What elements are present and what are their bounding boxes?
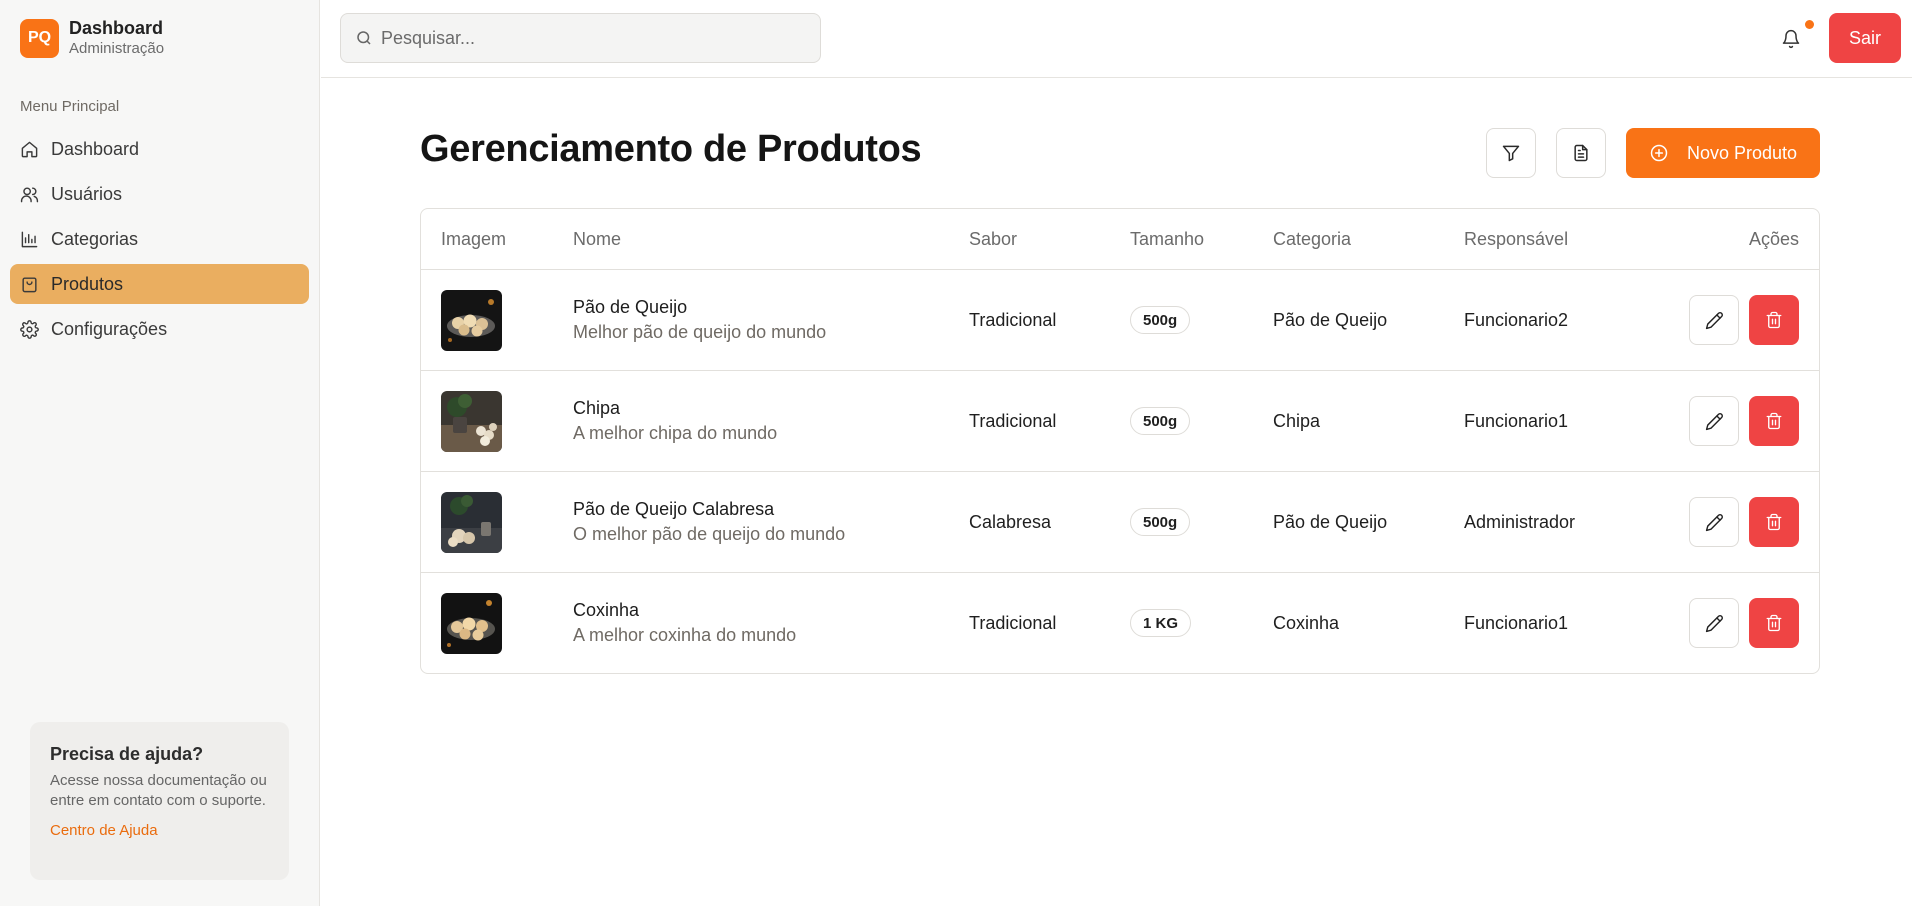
delete-button[interactable]: [1749, 497, 1799, 547]
brand-title: Dashboard: [69, 18, 164, 38]
help-text: Acesse nossa documentação ou entre em co…: [50, 772, 267, 809]
trash-icon: [1766, 513, 1782, 531]
sidebar-item-configuracoes[interactable]: Configurações: [10, 309, 309, 349]
size-badge: 500g: [1130, 508, 1191, 536]
product-category: Pão de Queijo: [1273, 310, 1388, 330]
users-icon: [20, 186, 39, 202]
size-badge: 1 KG: [1130, 609, 1192, 637]
new-product-button[interactable]: Novo Produto: [1626, 128, 1820, 178]
product-image: [441, 593, 502, 654]
products-table: Imagem Nome Sabor Tamanho Categoria Resp…: [420, 208, 1820, 674]
edit-button[interactable]: [1689, 396, 1739, 446]
sidebar-item-categorias[interactable]: Categorias: [10, 219, 309, 259]
sidebar-item-label: Categorias: [51, 228, 139, 249]
filter-button[interactable]: [1486, 128, 1536, 178]
brand-logo: PQ: [20, 18, 59, 58]
sidebar-menu: Dashboard Usuários Categorias Produtos C…: [10, 129, 309, 354]
product-description: A melhor coxinha do mundo: [573, 625, 797, 645]
search-input[interactable]: [381, 27, 801, 49]
sidebar-item-label: Produtos: [51, 273, 124, 294]
gear-icon: [20, 319, 39, 339]
page-title: Gerenciamento de Produtos: [420, 128, 922, 170]
brand: PQ Dashboard Administração: [20, 18, 164, 58]
bar-chart-icon: [21, 231, 38, 247]
column-header: Ações: [1748, 229, 1799, 249]
product-flavor: Calabresa: [969, 512, 1052, 532]
pencil-icon: [1705, 311, 1723, 329]
sidebar-item-label: Configurações: [51, 318, 168, 339]
product-owner: Administrador: [1464, 512, 1576, 532]
plus-circle-icon: [1650, 144, 1668, 162]
product-flavor: Tradicional: [969, 613, 1057, 633]
column-header: Responsável: [1464, 229, 1569, 249]
search-box[interactable]: [340, 13, 821, 63]
notifications-button[interactable]: [1777, 25, 1805, 53]
product-description: Melhor pão de queijo do mundo: [573, 322, 827, 342]
product-owner: Funcionario1: [1464, 411, 1569, 431]
table-row: Coxinha A melhor coxinha do mundo Tradic…: [421, 573, 1819, 673]
column-header: Imagem: [441, 229, 507, 249]
product-description: O melhor pão de queijo do mundo: [573, 524, 846, 544]
menu-label: Menu Principal: [20, 98, 120, 115]
edit-button[interactable]: [1689, 497, 1739, 547]
product-image: [441, 391, 502, 452]
sidebar-item-label: Dashboard: [51, 138, 140, 159]
pencil-icon: [1705, 513, 1723, 531]
delete-button[interactable]: [1749, 598, 1799, 648]
logout-button[interactable]: Sair: [1829, 13, 1901, 63]
size-badge: 500g: [1130, 306, 1191, 334]
product-image: [441, 290, 502, 351]
home-icon: [21, 141, 38, 157]
shopping-bag-icon: [22, 276, 37, 292]
help-title: Precisa de ajuda?: [50, 744, 204, 764]
filter-icon: [1502, 145, 1520, 162]
product-category: Chipa: [1273, 411, 1321, 431]
document-icon: [1574, 144, 1588, 162]
trash-icon: [1766, 412, 1782, 430]
pencil-icon: [1705, 412, 1723, 430]
delete-button[interactable]: [1749, 295, 1799, 345]
table-header: Imagem Nome Sabor Tamanho Categoria Resp…: [421, 209, 1819, 270]
product-name: Chipa: [573, 398, 621, 418]
product-flavor: Tradicional: [969, 310, 1057, 330]
edit-button[interactable]: [1689, 598, 1739, 648]
help-center-link[interactable]: Centro de Ajuda: [50, 822, 269, 839]
column-header: Tamanho: [1130, 229, 1205, 249]
product-image: [441, 492, 502, 553]
table-row: Pão de Queijo Calabresa O melhor pão de …: [421, 472, 1819, 573]
sidebar-item-usuarios[interactable]: Usuários: [10, 174, 309, 214]
help-card: Precisa de ajuda? Acesse nossa documenta…: [30, 722, 289, 880]
export-button[interactable]: [1556, 128, 1606, 178]
new-product-label: Novo Produto: [1686, 142, 1798, 163]
product-name: Coxinha: [573, 600, 640, 620]
column-header: Sabor: [969, 229, 1018, 249]
product-description: A melhor chipa do mundo: [573, 423, 778, 443]
product-name: Pão de Queijo Calabresa: [573, 499, 775, 519]
bell-icon: [1782, 29, 1800, 49]
trash-icon: [1766, 614, 1782, 632]
table-row: Pão de Queijo Melhor pão de queijo do mu…: [421, 270, 1819, 371]
column-header: Categoria: [1273, 229, 1352, 249]
brand-subtitle: Administração: [69, 40, 165, 57]
search-icon: [357, 31, 371, 45]
sidebar: PQ Dashboard Administração Menu Principa…: [0, 0, 320, 906]
product-category: Coxinha: [1273, 613, 1340, 633]
product-name: Pão de Queijo: [573, 297, 688, 317]
pencil-icon: [1705, 614, 1723, 632]
product-flavor: Tradicional: [969, 411, 1057, 431]
sidebar-item-dashboard[interactable]: Dashboard: [10, 129, 309, 169]
topbar: Sair: [321, 0, 1912, 78]
product-owner: Funcionario2: [1464, 310, 1569, 330]
size-badge: 500g: [1130, 407, 1191, 435]
product-category: Pão de Queijo: [1273, 512, 1388, 532]
notification-dot: [1805, 20, 1814, 29]
sidebar-item-label: Usuários: [51, 183, 123, 204]
column-header: Nome: [573, 229, 622, 249]
trash-icon: [1766, 311, 1782, 329]
edit-button[interactable]: [1689, 295, 1739, 345]
delete-button[interactable]: [1749, 396, 1799, 446]
sidebar-item-produtos[interactable]: Produtos: [10, 264, 309, 304]
table-row: Chipa A melhor chipa do mundo Tradiciona…: [421, 371, 1819, 472]
product-owner: Funcionario1: [1464, 613, 1569, 633]
